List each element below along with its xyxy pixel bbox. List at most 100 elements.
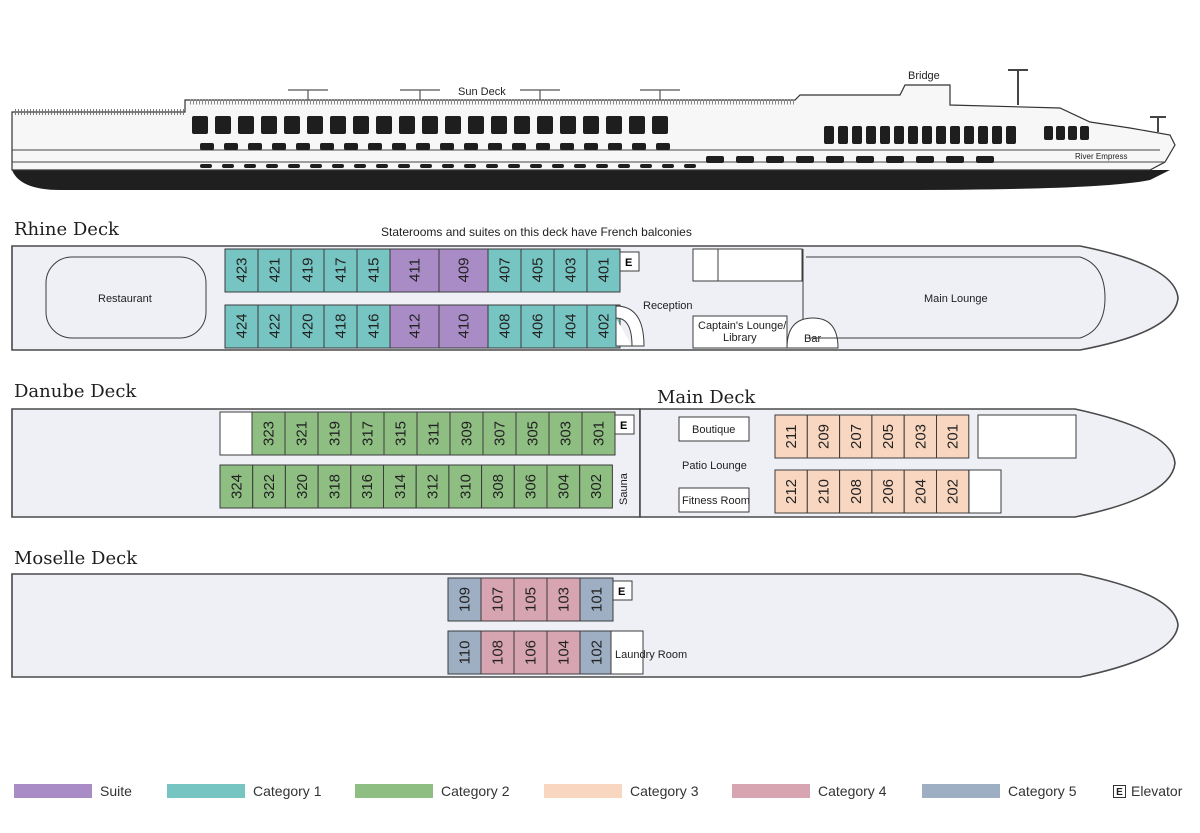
cabin-number: 424 — [234, 313, 251, 338]
moselle-deck-title: Moselle Deck — [14, 548, 138, 569]
cabin-number: 202 — [945, 479, 962, 504]
legend-label: Category 1 — [253, 783, 322, 799]
cabin-number: 205 — [880, 424, 897, 449]
rhine-elevator-label: E — [625, 257, 632, 269]
cabin-number: 410 — [456, 313, 473, 338]
cabin-number: 408 — [497, 313, 514, 338]
main-lounge-label: Main Lounge — [924, 293, 988, 305]
cabin-number: 304 — [555, 474, 572, 499]
legend-swatch — [14, 784, 92, 798]
cabin-number: 107 — [490, 587, 507, 612]
cabin-number: 104 — [556, 640, 573, 665]
cabin-number: 321 — [294, 421, 311, 446]
cabin-number: 317 — [360, 421, 377, 446]
cabin-number: 421 — [267, 257, 284, 282]
cabin-number: 422 — [267, 313, 284, 338]
boutique-label: Boutique — [692, 424, 735, 436]
cabin-number: 315 — [393, 421, 410, 446]
sauna-label: Sauna — [618, 472, 630, 505]
captains-lounge-label-2: Library — [723, 332, 757, 344]
fitness-room-label: Fitness Room — [682, 495, 750, 507]
cabin-number: 416 — [366, 313, 383, 338]
deck-plans: Rhine Deck Staterooms and suites on this… — [11, 219, 1179, 678]
main-deck-store-room — [968, 469, 1002, 514]
cabin-number: 320 — [294, 474, 311, 499]
cabin-number: 203 — [912, 424, 929, 449]
rhine-top-cabins: 423 421 419 417 415 411 409 407 405 403 401 — [224, 248, 621, 293]
cabin-number: 108 — [490, 640, 507, 665]
captains-lounge-label-1: Captain's Lounge/ — [698, 320, 787, 332]
patio-lounge-label: Patio Lounge — [682, 460, 747, 472]
main-top-cabins: 211 209 207 205 203 201 — [774, 414, 970, 459]
cabin-number: 209 — [815, 424, 832, 449]
legend-label: Category 4 — [818, 783, 887, 799]
legend-item-elevator: E Elevator — [1113, 782, 1182, 800]
cabin-number: 314 — [392, 474, 409, 499]
cabin-number: 407 — [497, 257, 514, 282]
cabin-number: 312 — [425, 474, 442, 499]
cabin-number: 103 — [556, 587, 573, 612]
cabin-number: 419 — [300, 257, 317, 282]
legend-item-category-3: Category 3 — [544, 782, 698, 800]
cabin-number: 323 — [261, 421, 278, 446]
cabin-number: 417 — [333, 257, 350, 282]
cabin-number: 311 — [426, 422, 443, 446]
cabin-number: 310 — [457, 474, 474, 499]
cabin-number: 204 — [912, 479, 929, 504]
cabin-number: 206 — [880, 479, 897, 504]
cabin-number: 324 — [228, 474, 245, 499]
cabin-number: 109 — [457, 587, 474, 612]
cabin-number: 418 — [333, 313, 350, 338]
legend-label: Category 2 — [441, 783, 510, 799]
legend-item-category-1: Category 1 — [167, 782, 321, 800]
cabin-number: 405 — [530, 257, 547, 282]
moselle-top-cabins: 109 107 105 103 101 — [447, 577, 614, 622]
main-bottom-cabins: 212 210 208 206 204 202 — [774, 469, 970, 514]
legend-swatch — [922, 784, 1000, 798]
cabin-number: 105 — [523, 587, 540, 612]
cabin-number: 301 — [591, 421, 608, 446]
legend-swatch — [732, 784, 810, 798]
cabin-number: 411 — [407, 258, 424, 282]
cabin-number: 212 — [783, 479, 800, 504]
cabin-number: 303 — [558, 421, 575, 446]
cabin-number: 322 — [261, 474, 278, 499]
cabin-number: 211 — [783, 425, 800, 449]
legend-swatch — [544, 784, 622, 798]
rhine-bottom-cabins: 424 422 420 418 416 412 410 408 406 404 402 — [224, 304, 621, 349]
category-legend: Suite Category 1 Category 2 Category 3 C… — [0, 776, 1200, 806]
cabin-number: 404 — [563, 313, 580, 338]
cabin-number: 412 — [407, 313, 424, 338]
cabin-number: 423 — [234, 257, 251, 282]
cabin-number: 210 — [815, 479, 832, 504]
cabin-number: 409 — [456, 257, 473, 282]
danube-elevator-label: E — [620, 420, 627, 432]
cabin-number: 308 — [490, 474, 507, 499]
cabin-number: 302 — [588, 474, 605, 499]
cabin-number: 201 — [945, 424, 962, 449]
laundry-room-label: Laundry Room — [615, 649, 687, 661]
main-deck-service-area — [977, 414, 1077, 459]
legend-item-suite: Suite — [14, 782, 132, 800]
cabin-number: 415 — [366, 257, 383, 282]
cabin-number: 316 — [359, 474, 376, 499]
cabin-number: 403 — [563, 257, 580, 282]
danube-service-room — [219, 411, 253, 456]
legend-item-category-4: Category 4 — [732, 782, 886, 800]
rhine-balcony-note: Staterooms and suites on this deck have … — [381, 225, 692, 239]
cabin-number: 101 — [589, 587, 606, 612]
legend-label: Category 5 — [1008, 783, 1077, 799]
danube-top-cabins: 323 321 319 317 315 311 309 307 305 303 301 — [251, 411, 616, 456]
legend-label: Suite — [100, 783, 132, 799]
moselle-elevator-label: E — [618, 586, 625, 598]
cabin-number: 318 — [326, 474, 343, 499]
cabin-number: 309 — [459, 421, 476, 446]
cabin-number: 307 — [492, 421, 509, 446]
cabin-number: 102 — [589, 640, 606, 665]
cabin-number: 110 — [457, 641, 474, 665]
legend-item-category-5: Category 5 — [922, 782, 1076, 800]
cabin-number: 401 — [596, 257, 613, 282]
legend-swatch — [355, 784, 433, 798]
cabin-number: 306 — [523, 474, 540, 499]
bar-label: Bar — [804, 333, 821, 345]
